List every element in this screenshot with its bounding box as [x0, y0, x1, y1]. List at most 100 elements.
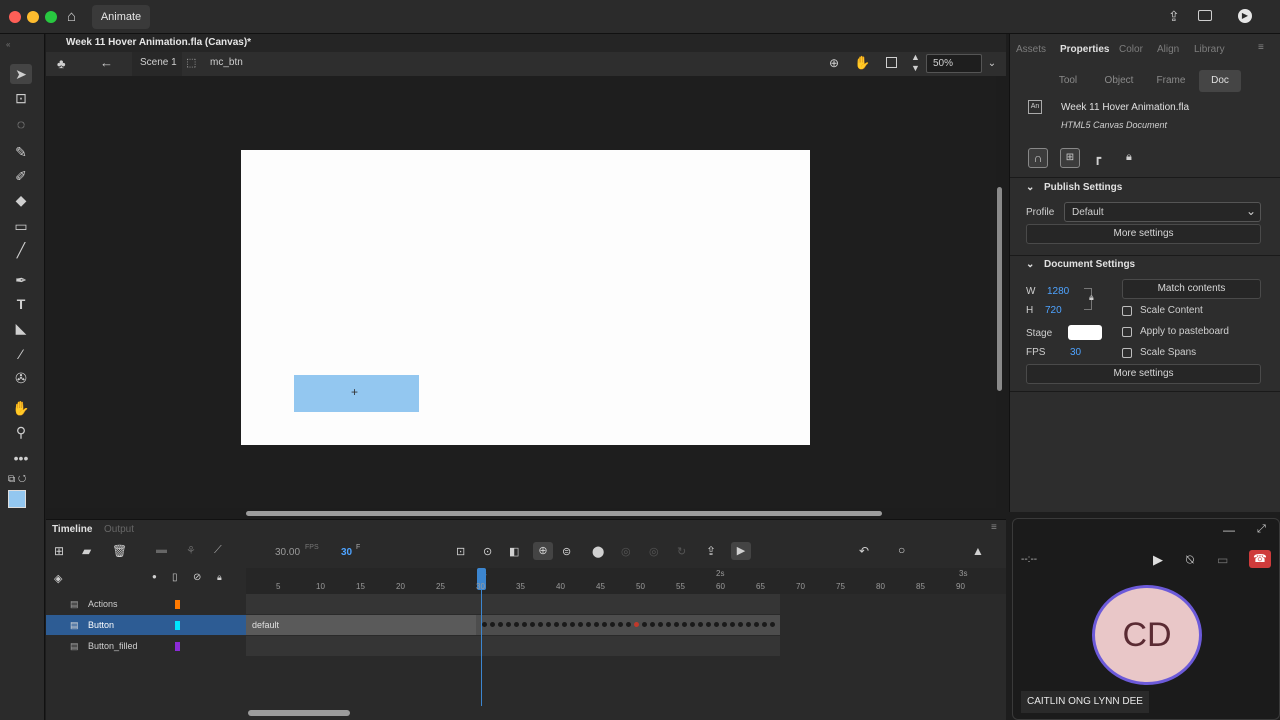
keyframe-dot[interactable]: [666, 622, 671, 627]
edit-multiple-frames-icon[interactable]: ◎: [649, 545, 659, 558]
document-settings-header[interactable]: Document Settings: [1044, 259, 1135, 270]
keyframe-dot[interactable]: [626, 622, 631, 627]
expand-icon[interactable]: ▲: [972, 544, 984, 558]
new-layer-icon[interactable]: ⊞: [54, 544, 64, 558]
stage-horizontal-scrollbar[interactable]: [246, 511, 882, 516]
frame-display[interactable]: 30: [341, 547, 352, 558]
camera-off-icon[interactable]: ▶: [1153, 552, 1163, 568]
keyframe-dot[interactable]: [722, 622, 727, 627]
keyframe-dot[interactable]: [506, 622, 511, 627]
keyframe-dot[interactable]: [594, 622, 599, 627]
height-field[interactable]: 720: [1045, 305, 1062, 316]
keyframe-dot[interactable]: [642, 622, 647, 627]
keyframe-dot[interactable]: [610, 622, 615, 627]
layer-button[interactable]: ▤ Button: [46, 615, 246, 635]
eyedropper-icon[interactable]: ⁄: [10, 344, 32, 364]
edit-multiple-icon[interactable]: ♣: [57, 56, 66, 71]
rectangle-tool-icon[interactable]: ▭: [10, 216, 32, 236]
tab-color[interactable]: Color: [1119, 44, 1143, 55]
document-tab[interactable]: Week 11 Hover Animation.fla (Canvas)*: [66, 37, 251, 48]
keyframe-dot[interactable]: [706, 622, 711, 627]
match-contents-button[interactable]: Match contents: [1122, 279, 1261, 299]
subtab-object[interactable]: Object: [1098, 70, 1140, 92]
onion-outline-icon[interactable]: ◎: [621, 545, 631, 558]
eraser-tool-icon[interactable]: ◆: [10, 190, 32, 210]
fill-color-swatch[interactable]: [8, 490, 26, 508]
center-stage-icon[interactable]: ⊕: [829, 56, 839, 70]
hand-tool-icon[interactable]: ✋: [10, 398, 32, 418]
keyframe-dot[interactable]: [714, 622, 719, 627]
scale-content-checkbox[interactable]: [1122, 306, 1132, 316]
onion-skin-icon[interactable]: ⬤: [592, 545, 604, 558]
free-transform-tool-icon[interactable]: ⊡: [10, 88, 32, 108]
lasso-tool-icon[interactable]: ◌: [10, 114, 32, 134]
keyframe-dot[interactable]: [562, 622, 567, 627]
magnet-icon[interactable]: ∩: [1028, 148, 1048, 168]
paper-icon[interactable]: ┏: [1094, 151, 1101, 165]
keyframe-dot[interactable]: [698, 622, 703, 627]
keyframe-dot[interactable]: [514, 622, 519, 627]
pin-tool-icon[interactable]: ✇: [10, 368, 32, 388]
new-folder-icon[interactable]: ▰: [82, 544, 91, 558]
create-tween-icon[interactable]: ⊕: [533, 542, 553, 560]
frames-actions[interactable]: [246, 594, 780, 614]
keyframe-dot[interactable]: [674, 622, 679, 627]
width-field[interactable]: 1280: [1047, 286, 1069, 297]
keyframe-dot[interactable]: [522, 622, 527, 627]
brush-tool-icon[interactable]: ✐: [10, 166, 32, 186]
frames-button-filled[interactable]: [246, 636, 780, 656]
advanced-layers-icon[interactable]: ⊞: [1060, 148, 1080, 168]
layer-actions[interactable]: ▤ Actions: [46, 594, 246, 614]
panel-menu-icon[interactable]: ≡: [1258, 42, 1264, 53]
paint-brush-icon[interactable]: ✎: [10, 142, 32, 162]
insert-tween-icon[interactable]: ⊜: [562, 545, 571, 558]
button-shape[interactable]: +: [294, 375, 419, 412]
keyframe-dot[interactable]: [602, 622, 607, 627]
zoom-stepper-icon[interactable]: ▲ ▼: [911, 52, 920, 74]
keyframe-dot[interactable]: [746, 622, 751, 627]
subtab-frame[interactable]: Frame: [1150, 70, 1192, 92]
tab-assets[interactable]: Assets: [1016, 44, 1046, 55]
share-icon[interactable]: ⇪: [1168, 8, 1180, 25]
frame-icon[interactable]: ◧: [509, 545, 519, 558]
undo-icon[interactable]: ↶: [859, 544, 869, 558]
keyframe-dot[interactable]: [762, 622, 767, 627]
hide-icon[interactable]: ⊘: [193, 572, 201, 583]
outline-icon[interactable]: ▯: [172, 572, 178, 583]
keyframe-dot[interactable]: [658, 622, 663, 627]
subtab-tool[interactable]: Tool: [1050, 70, 1086, 92]
tab-timeline[interactable]: Timeline: [52, 524, 92, 535]
clip-content-icon[interactable]: [886, 57, 897, 68]
loop-icon[interactable]: ↻: [677, 545, 686, 558]
keyframe-dot[interactable]: [586, 622, 591, 627]
chevron-down-icon[interactable]: ⌄: [1026, 182, 1034, 193]
document-more-settings-button[interactable]: More settings: [1026, 364, 1261, 384]
timeline-scrollbar[interactable]: [248, 710, 350, 716]
keyframe-dot[interactable]: [538, 622, 543, 627]
maximize-window-button[interactable]: [45, 11, 57, 23]
graph-icon[interactable]: ⟋: [214, 544, 222, 557]
tab-align[interactable]: Align: [1157, 44, 1179, 55]
keyframe-dot[interactable]: [482, 622, 487, 627]
app-tab[interactable]: Animate: [92, 5, 150, 29]
workspace-icon[interactable]: [1198, 10, 1212, 21]
line-tool-icon[interactable]: ╱: [10, 240, 32, 260]
keyframe-dot[interactable]: [770, 622, 775, 627]
lock-icon[interactable]: 🔒︎: [217, 572, 222, 583]
export-icon[interactable]: ⇪: [706, 544, 716, 558]
blank-keyframe-icon[interactable]: ⊙: [483, 545, 492, 558]
rotate-stage-icon[interactable]: ✋: [854, 55, 870, 71]
publish-more-settings-button[interactable]: More settings: [1026, 224, 1261, 244]
keyframe-dot[interactable]: [730, 622, 735, 627]
minimize-call-icon[interactable]: —: [1223, 523, 1235, 537]
link-dimensions-icon[interactable]: 🔒︎: [1089, 292, 1094, 303]
delete-layer-icon[interactable]: 🗑︎: [112, 544, 127, 558]
keyframe-dot[interactable]: [578, 622, 583, 627]
tab-properties[interactable]: Properties: [1060, 44, 1109, 55]
keyframe-dot[interactable]: [554, 622, 559, 627]
layer-color[interactable]: [175, 600, 180, 609]
apply-pasteboard-checkbox[interactable]: [1122, 327, 1132, 337]
keyframe-dot[interactable]: [682, 622, 687, 627]
zoom-timeline-icon[interactable]: ○: [898, 543, 905, 557]
minimize-window-button[interactable]: [27, 11, 39, 23]
